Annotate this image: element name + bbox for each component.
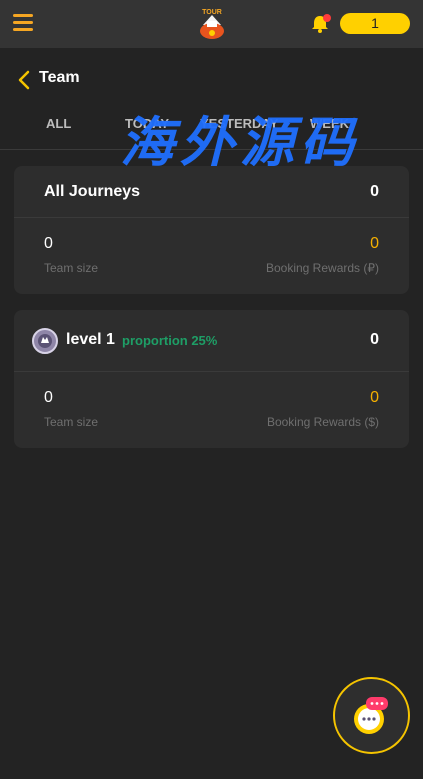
booking-rewards-label: Booking Rewards (₽) xyxy=(265,261,379,275)
level-badge-icon xyxy=(32,328,58,354)
chat-icon xyxy=(354,697,388,734)
all-journeys-card: All Journeys 0 0 Team size 0 Booking Rew… xyxy=(14,166,409,294)
notification-dot xyxy=(323,14,331,22)
chat-button[interactable] xyxy=(333,677,410,754)
team-size-label: Team size xyxy=(44,415,99,429)
booking-rewards-label: Booking Rewards ($) xyxy=(266,415,379,429)
svg-text:TOUR: TOUR xyxy=(202,9,222,16)
journeys-total: 0 xyxy=(370,183,379,200)
hamburger-icon[interactable] xyxy=(13,14,33,32)
top-bar: TOUR 1 xyxy=(0,0,423,48)
team-size-value: 0 xyxy=(44,389,53,406)
card-header: level 1 proportion 25% 0 xyxy=(14,310,409,372)
card-title: All Journeys xyxy=(44,183,141,200)
proportion-label: proportion 25% xyxy=(122,333,218,348)
tour-logo: TOUR xyxy=(200,9,224,39)
booking-rewards-value: 0 xyxy=(370,235,379,252)
tab-all[interactable]: ALL xyxy=(46,116,71,131)
booking-rewards-value: 0 xyxy=(370,389,379,406)
card-header: All Journeys 0 xyxy=(14,166,409,218)
team-size-value: 0 xyxy=(44,235,53,252)
balance-pill[interactable]: 1 xyxy=(340,13,410,34)
level-total: 0 xyxy=(370,331,379,348)
back-chevron-icon[interactable] xyxy=(17,70,31,90)
level-title: level 1 xyxy=(66,331,115,348)
team-size-label: Team size xyxy=(44,261,99,275)
level-card: level 1 proportion 25% 0 0 Team size 0 B… xyxy=(14,310,409,448)
page-title: Team xyxy=(39,69,80,86)
